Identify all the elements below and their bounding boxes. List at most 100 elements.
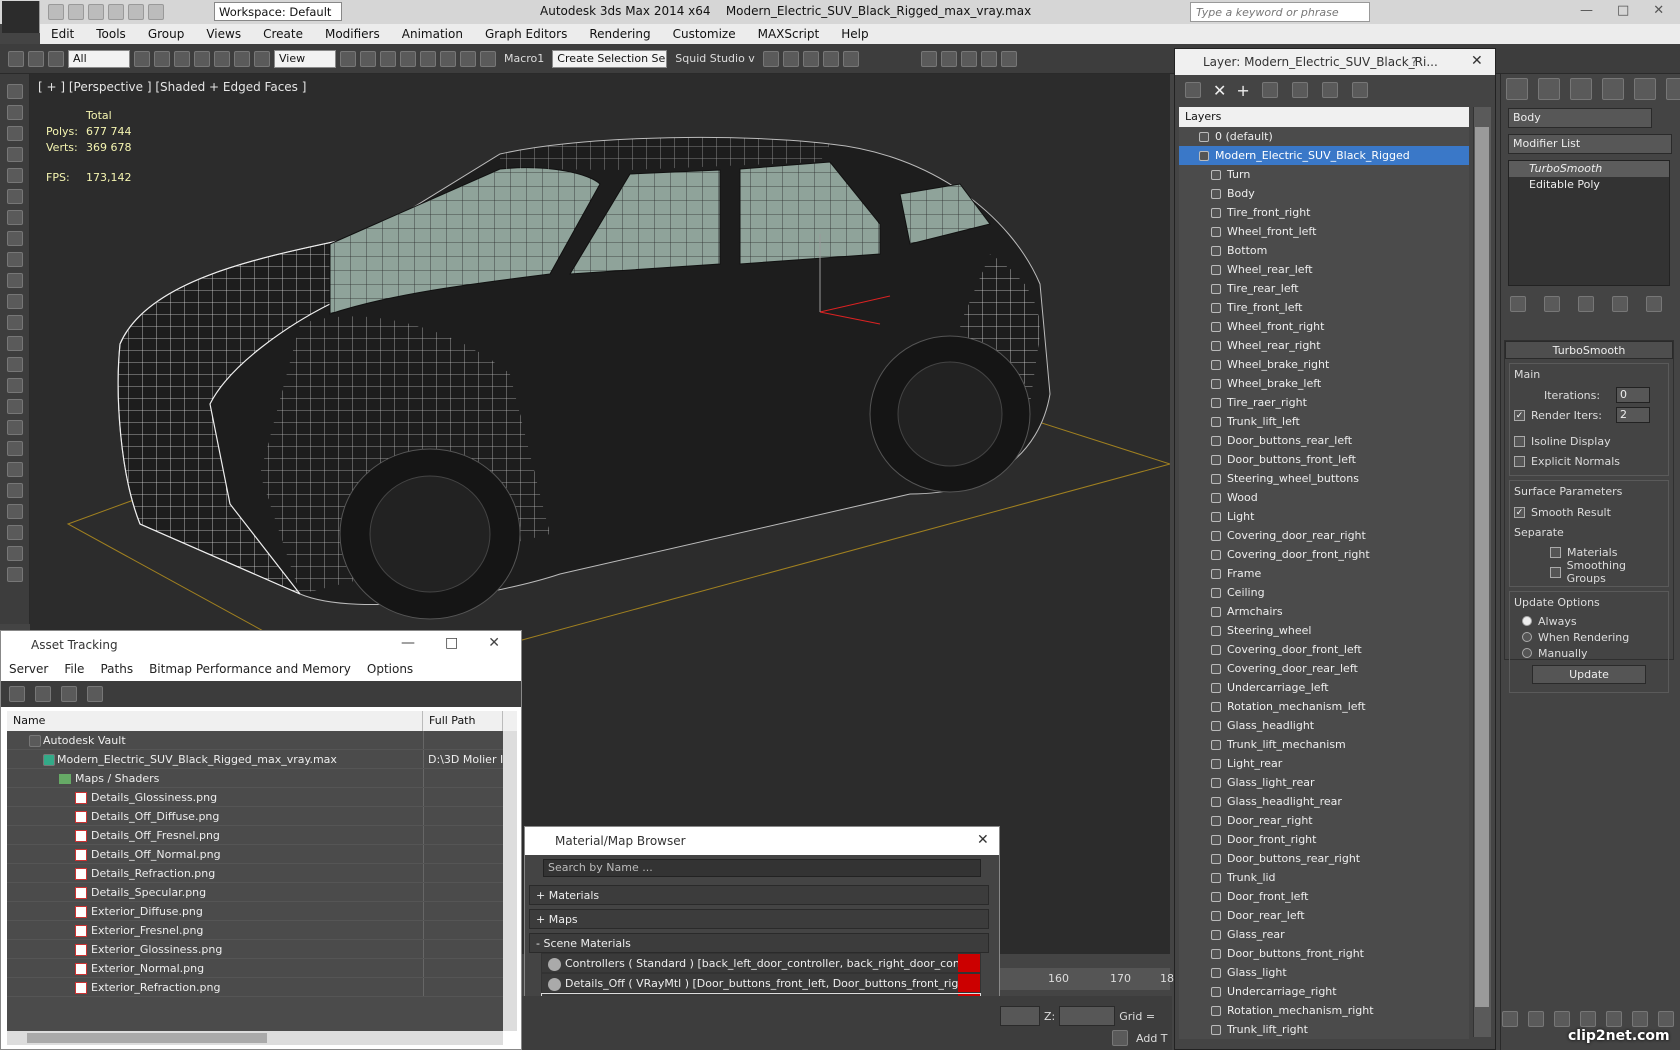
render-setup-icon[interactable]: [960, 50, 977, 67]
layer-object-row[interactable]: Steering_wheel_buttons: [1179, 469, 1469, 488]
table-view-icon[interactable]: [87, 686, 103, 702]
layer-object-row[interactable]: Door_rear_right: [1179, 811, 1469, 830]
layer-object-row[interactable]: Covering_door_rear_right: [1179, 526, 1469, 545]
menu-item[interactable]: Customize: [662, 27, 747, 41]
table-row[interactable]: Modern_Electric_SUV_Black_Rigged_max_vra…: [7, 750, 503, 769]
layer-object-row[interactable]: Rotation_mechanism_left: [1179, 697, 1469, 716]
menu-item[interactable]: Modifiers: [314, 27, 391, 41]
scene-material-row[interactable]: Controllers ( Standard ) [back_left_door…: [541, 953, 981, 973]
smoothing-groups-checkbox[interactable]: [1550, 566, 1561, 578]
create-tab-icon[interactable]: [1506, 78, 1528, 100]
iterations-spinner[interactable]: 0: [1616, 387, 1650, 403]
tool-icon[interactable]: [6, 357, 23, 372]
unlink-icon[interactable]: [28, 50, 44, 67]
table-row[interactable]: Details_Off_Diffuse.png: [7, 807, 503, 826]
menu-item[interactable]: Tools: [85, 27, 137, 41]
layer-object-row[interactable]: Wheel_front_right: [1179, 317, 1469, 336]
rotate-icon[interactable]: [234, 50, 250, 67]
rendered-frame-icon[interactable]: [980, 50, 997, 67]
tool-icon[interactable]: [6, 252, 23, 267]
macro-label[interactable]: Macro1: [504, 52, 544, 65]
close-icon[interactable]: ✕: [488, 635, 500, 651]
asset-menu-item[interactable]: Server: [1, 662, 56, 676]
squid-studio-label[interactable]: Squid Studio v: [675, 52, 755, 65]
manually-radio[interactable]: [1522, 648, 1532, 658]
layers-column-header[interactable]: Layers: [1179, 107, 1469, 127]
layer-object-row[interactable]: Frame: [1179, 564, 1469, 583]
render-icon[interactable]: [1000, 50, 1017, 67]
layer-object-row[interactable]: Wheel_brake_left: [1179, 374, 1469, 393]
mirror-icon[interactable]: [762, 50, 779, 67]
layer-object-row[interactable]: Wheel_rear_left: [1179, 260, 1469, 279]
asset-menu-item[interactable]: File: [56, 662, 92, 676]
workspace-dropdown[interactable]: Workspace: Default: [214, 2, 342, 21]
layer-object-row[interactable]: Door_front_right: [1179, 830, 1469, 849]
open-icon[interactable]: [68, 4, 84, 20]
tool-icon[interactable]: [6, 315, 23, 330]
show-end-result-icon[interactable]: [1544, 296, 1560, 312]
layer-object-row[interactable]: Door_buttons_rear_right: [1179, 849, 1469, 868]
angle-snap-icon[interactable]: [420, 50, 436, 67]
bind-space-warp-icon[interactable]: [48, 50, 64, 67]
smooth-result-checkbox[interactable]: ✓: [1514, 506, 1525, 518]
maximize-icon[interactable]: □: [1617, 3, 1629, 18]
layer-object-row[interactable]: Glass_headlight_rear: [1179, 792, 1469, 811]
layer-object-row[interactable]: Door_rear_left: [1179, 906, 1469, 925]
selection-filter-dropdown[interactable]: All: [68, 49, 130, 68]
tool-icon[interactable]: [6, 399, 23, 414]
thumbnail-view-icon[interactable]: [61, 686, 77, 702]
save-icon[interactable]: [88, 4, 104, 20]
tool-icon[interactable]: [6, 294, 23, 309]
layer-settings-icon[interactable]: [1185, 82, 1201, 98]
table-row[interactable]: Details_Off_Normal.png: [7, 845, 503, 864]
refresh-icon[interactable]: [9, 686, 25, 702]
asset-vertical-scrollbar[interactable]: [503, 731, 517, 1031]
link-icon[interactable]: [8, 50, 24, 67]
help-button[interactable]: ?: [1411, 55, 1417, 69]
close-icon[interactable]: ✕: [1471, 53, 1483, 69]
isoline-checkbox[interactable]: [1514, 435, 1525, 447]
layer-object-row[interactable]: Tire_raer_right: [1179, 393, 1469, 412]
make-unique-icon[interactable]: [1578, 296, 1594, 312]
layer-object-row[interactable]: Covering_door_rear_left: [1179, 659, 1469, 678]
tool-icon[interactable]: [6, 504, 23, 519]
tool-icon[interactable]: [6, 105, 23, 120]
table-row[interactable]: Exterior_Refraction.png: [7, 978, 503, 997]
asset-menu-item[interactable]: Paths: [92, 662, 141, 676]
layer-object-row[interactable]: Tire_rear_left: [1179, 279, 1469, 298]
layer-object-row[interactable]: Undercarriage_right: [1179, 982, 1469, 1001]
stack-item-turbosmooth[interactable]: TurboSmooth: [1509, 161, 1669, 177]
graphite-icon[interactable]: [822, 50, 839, 67]
asset-menu-item[interactable]: Bitmap Performance and Memory: [141, 662, 359, 676]
keyboard-shortcut-icon[interactable]: [380, 50, 396, 67]
layer-object-row[interactable]: Ceiling: [1179, 583, 1469, 602]
layer-object-row[interactable]: Wheel_front_left: [1179, 222, 1469, 241]
select-objects-icon[interactable]: [1261, 82, 1278, 98]
tool-icon[interactable]: [6, 210, 23, 225]
table-row[interactable]: Details_Glossiness.png: [7, 788, 503, 807]
project-folder-icon[interactable]: [148, 4, 164, 20]
remove-modifier-icon[interactable]: [1612, 296, 1628, 312]
tool-icon[interactable]: [6, 546, 23, 561]
tool-icon[interactable]: [6, 189, 23, 204]
timeline-ruler[interactable]: 160 170 18: [1000, 968, 1174, 990]
layer-row-selected[interactable]: Modern_Electric_SUV_Black_Rigged: [1179, 146, 1469, 165]
tool-icon[interactable]: [6, 525, 23, 540]
menu-item[interactable]: Edit: [40, 27, 85, 41]
app-menu-button[interactable]: [2, 1, 40, 33]
layer-object-row[interactable]: Door_buttons_front_left: [1179, 450, 1469, 469]
add-time-tag-label[interactable]: Add T: [1136, 1032, 1168, 1045]
layer-object-row[interactable]: Turn: [1179, 165, 1469, 184]
layer-object-row[interactable]: Armchairs: [1179, 602, 1469, 621]
minimize-icon[interactable]: —: [401, 635, 415, 651]
layer-object-row[interactable]: Trunk_lift_left: [1179, 412, 1469, 431]
tool-icon[interactable]: [6, 378, 23, 393]
next-frame-icon[interactable]: [1528, 1011, 1544, 1027]
configure-sets-icon[interactable]: [1646, 296, 1662, 312]
table-row[interactable]: Details_Off_Fresnel.png: [7, 826, 503, 845]
explicit-normals-checkbox[interactable]: [1514, 455, 1525, 467]
snap-icon[interactable]: [400, 50, 416, 67]
layer-object-row[interactable]: Bottom: [1179, 241, 1469, 260]
maximize-icon[interactable]: □: [445, 635, 458, 651]
zoom-extents-icon[interactable]: [1606, 1011, 1622, 1027]
